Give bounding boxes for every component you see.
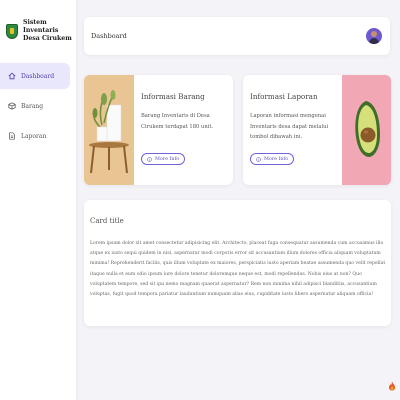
sidebar: Sistem Inventaris Desa Cirukem Dashboard… [0,0,76,400]
user-avatar[interactable] [366,28,382,44]
top-header: Dashboard [84,17,390,55]
home-icon [8,72,16,80]
info-card-barang: Informasi Barang Barang Inventaris di De… [84,75,233,185]
info-icon [256,156,261,162]
sidebar-item-dashboard[interactable]: Dashboard [0,63,70,89]
button-label: More Info [264,156,289,162]
laporan-more-info-button[interactable]: More Info [250,153,295,165]
sidebar-nav: Dashboard Barang Laporan [0,63,76,149]
card-text: Lorem ipsum dolor sit amet consectetur a… [90,241,386,298]
brand[interactable]: Sistem Inventaris Desa Cirukem [0,0,76,48]
card-body: Informasi Laporan Laporan informasi meng… [250,75,340,143]
card-body: Informasi Barang Barang Inventaris di De… [141,75,227,132]
barang-more-info-button[interactable]: More Info [141,153,186,165]
page-title: Dashboard [91,32,127,40]
card-text: Barang Inventaris di Desa Cirukem terdap… [141,113,214,130]
button-label: More Info [155,156,180,162]
card-title: Informasi Barang [141,92,205,101]
document-icon [9,132,15,140]
card-title: Card title [90,217,124,225]
sidebar-item-barang[interactable]: Barang [0,93,70,119]
card-text: Laporan informasi mengenai Inventaris de… [250,113,329,140]
flame-icon[interactable] [388,381,396,391]
sidebar-item-label: Dashboard [21,72,55,80]
plant-table-icon [84,75,134,185]
sidebar-item-label: Laporan [21,132,47,140]
card-image-plant [84,75,134,185]
sidebar-item-laporan[interactable]: Laporan [0,123,70,149]
info-card-laporan: Informasi Laporan Laporan informasi meng… [243,75,391,185]
card-image-avocado [342,75,391,185]
card-title: Informasi Laporan [250,92,318,101]
village-logo-icon [6,23,18,39]
content-card: Card title Lorem ipsum dolor sit amet co… [84,200,391,326]
sidebar-item-label: Barang [21,102,44,110]
info-icon [147,156,152,162]
avocado-icon [342,75,391,185]
app-name: Sistem Inventaris Desa Cirukem [23,19,72,42]
box-icon [8,102,16,110]
